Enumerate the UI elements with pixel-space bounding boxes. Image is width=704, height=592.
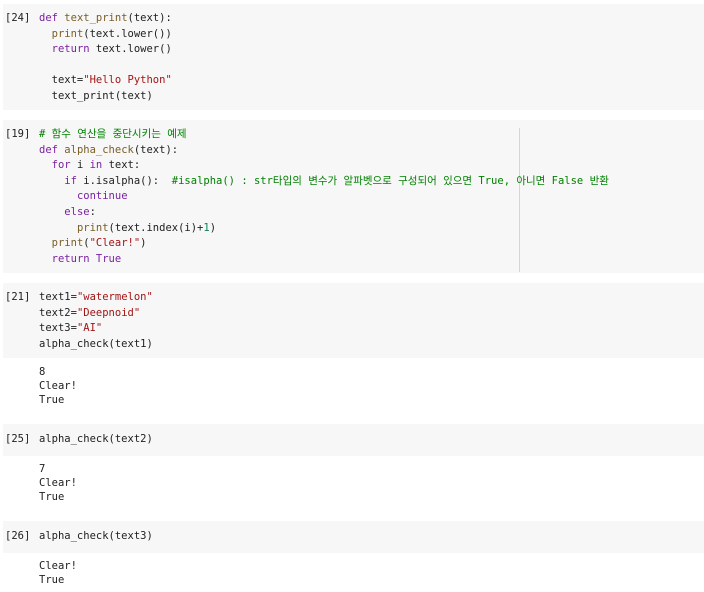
code-token: text2= [39,306,77,319]
code-token: text1= [39,291,77,303]
code-token: (text.index(i)+ [108,221,204,234]
code-token: "Deepnoid" [76,306,141,319]
code-token: i.isalpha(): [76,174,172,187]
code-line: else: [39,205,609,221]
code-line: # 함수 연산을 중단시키는 예제 [39,127,609,143]
code-token: else [64,205,90,218]
code-token: return [51,43,90,56]
code-line: text="Hello Python" [39,73,172,89]
code-token: ) [140,237,147,250]
code-token: print [51,27,84,40]
code-line: print(text.lower()) [39,27,172,43]
code-token: text= [39,74,84,87]
code-token: return [51,252,90,265]
code-token: if [64,174,77,187]
cell-output-4: 7 Clear! True [39,462,77,505]
code-line: return text.lower() [39,42,172,58]
code-token: print [51,237,84,250]
output-line: 8 [39,366,46,378]
code-line: alpha_check(text2) [39,432,153,448]
code-token: in [89,159,103,172]
code-editor-3[interactable]: text1="watermelon" text2="Deepnoid" text3=… [39,290,153,352]
cell-output-5: Clear! True [39,559,77,587]
code-token: (text): [133,143,179,156]
code-line: alpha_check(text1) [39,337,153,353]
code-line: text3="AI" [39,321,153,337]
code-token: text3= [39,322,77,335]
code-editor-1[interactable]: def text_print(text): print(text.lower()… [39,11,172,105]
execution-count-3: [21] [5,291,31,303]
output-line: 7 [39,463,46,475]
code-editor-2[interactable]: # 함수 연산을 중단시키는 예제 def alpha_check(text): … [39,127,609,267]
code-token: for [51,159,71,172]
code-token: alpha_check(text3) [39,530,153,542]
code-token: : [89,205,96,218]
execution-count-2: [19] [5,128,31,140]
output-line: Clear! [39,477,77,490]
code-line: text2="Deepnoid" [39,306,153,322]
code-line: text1="watermelon" [39,290,153,306]
execution-count-1: [24] [5,12,31,24]
code-token: def [39,12,65,24]
code-line: for i in text: [39,158,609,174]
code-token: text_print [64,12,128,24]
execution-count-5: [26] [5,530,31,542]
code-token: #isalpha() : str타입의 변수가 알파벳으로 구성되어 있으면 T… [171,174,609,187]
code-token: # 함수 연산을 중단시키는 예제 [39,128,187,140]
code-token: text: [102,159,141,172]
code-token: alpha_check(text2) [39,433,153,445]
code-line: def alpha_check(text): [39,143,609,159]
code-token: i [70,159,90,172]
code-token: alpha_check(text1) [39,337,153,350]
cell-output-3: 8 Clear! True [39,365,77,408]
code-line: def text_print(text): [39,11,172,27]
output-line: Clear! [39,380,77,393]
output-line: True [39,491,65,504]
code-line: alpha_check(text3) [39,529,153,545]
code-token: text.lower() [89,43,172,56]
output-line: True [39,394,65,407]
code-line: return True [39,252,609,268]
code-editor-4[interactable]: alpha_check(text2) [39,432,153,448]
code-token: "Hello Python" [83,74,172,87]
code-token: (text): [127,12,172,24]
code-line: print("Clear!") [39,236,609,252]
code-token: "AI" [76,322,103,335]
code-token: continue [76,190,128,203]
code-token: True [89,252,122,265]
code-token: "watermelon" [76,291,153,303]
code-line: text_print(text) [39,89,172,105]
code-token: "Clear!" [89,237,141,250]
code-line: print(text.index(i)+1) [39,221,609,237]
code-token: def [39,143,65,156]
output-line: Clear! [39,560,77,572]
execution-count-4: [25] [5,433,31,445]
output-line: True [39,574,65,587]
code-token: (text.lower()) [83,27,172,40]
code-token: text_print(text) [39,89,153,102]
code-line: if i.isalpha(): #isalpha() : str타입의 변수가 … [39,174,609,190]
code-token: ) [209,221,217,234]
code-editor-5[interactable]: alpha_check(text3) [39,529,153,545]
code-line: continue [39,189,609,205]
code-token: print [76,221,109,234]
code-token: alpha_check [64,143,134,156]
